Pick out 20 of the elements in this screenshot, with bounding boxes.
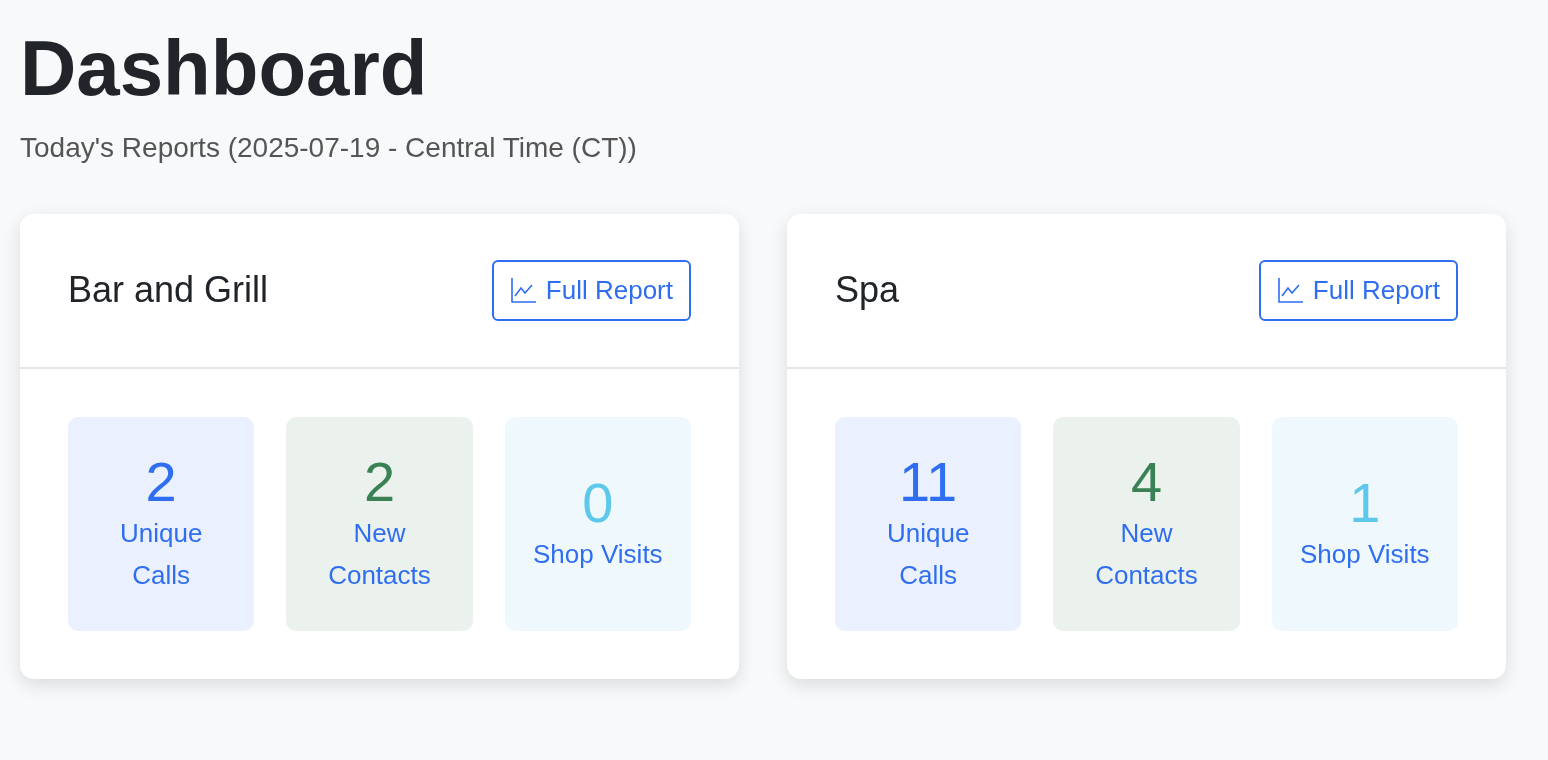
page-subtitle: Today's Reports (2025-07-19 - Central Time (CT)) xyxy=(20,131,638,164)
stat-label: New Contacts xyxy=(1094,517,1199,593)
line-chart-icon xyxy=(1276,276,1305,305)
stat-value: 1 xyxy=(1349,471,1381,534)
stat-label: Unique Calls xyxy=(118,517,204,593)
stat-label: Unique Calls xyxy=(885,517,971,593)
stat-value: 4 xyxy=(1130,450,1163,513)
stat-value: 2 xyxy=(363,450,396,513)
stat-label: Shop Visits xyxy=(533,538,663,572)
full-report-button[interactable]: Full Report xyxy=(491,259,691,321)
stat-value: 2 xyxy=(145,450,177,513)
line-chart-icon xyxy=(509,276,538,305)
card-title: Bar and Grill xyxy=(68,269,269,312)
stat-label: Shop Visits xyxy=(1300,538,1430,572)
card-title: Spa xyxy=(835,269,900,312)
page-title: Dashboard xyxy=(20,23,428,114)
stat-label: New Contacts xyxy=(327,517,432,593)
stat-value: 11 xyxy=(899,450,958,513)
stat-value: 0 xyxy=(582,471,614,534)
full-report-button[interactable]: Full Report xyxy=(1258,259,1458,321)
